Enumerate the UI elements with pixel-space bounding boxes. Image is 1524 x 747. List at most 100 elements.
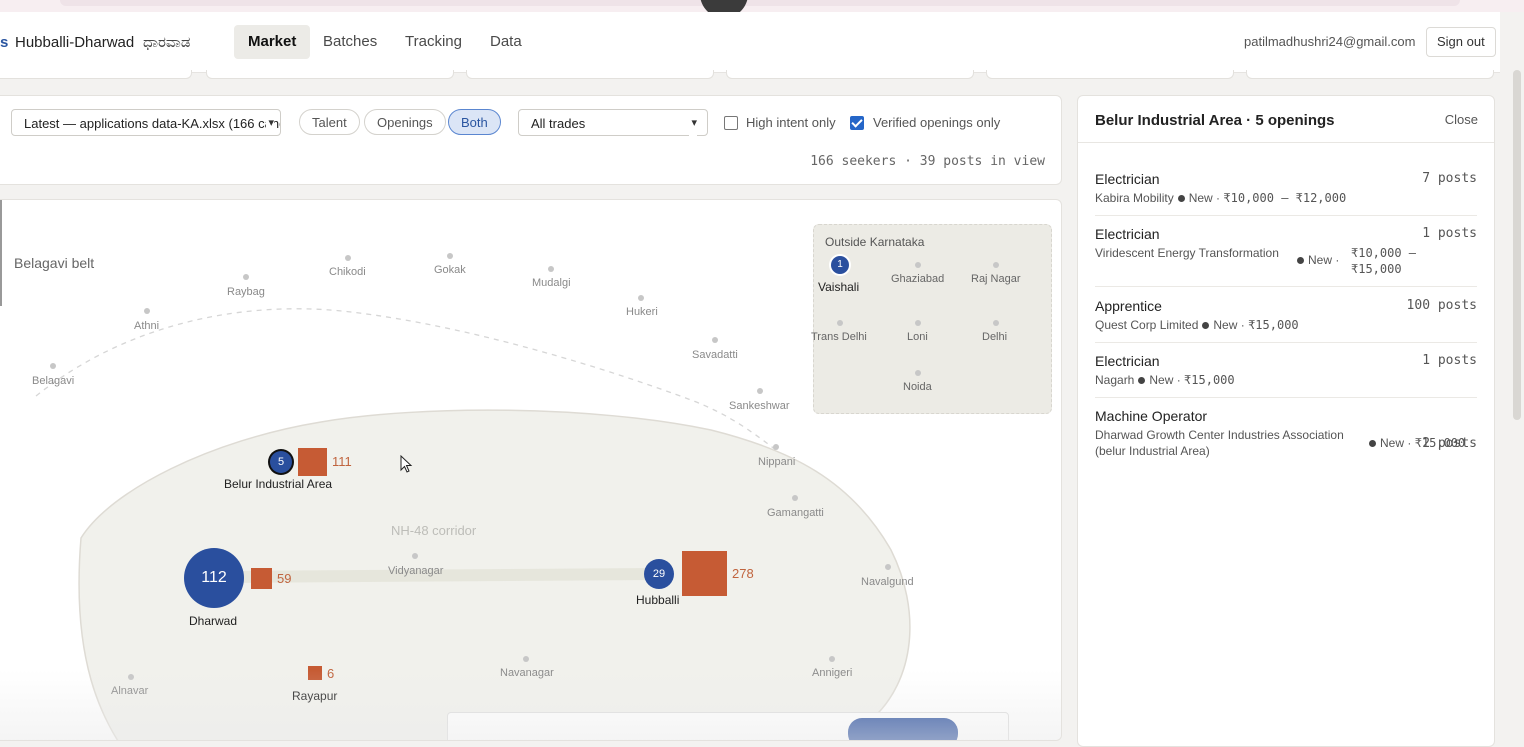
job-title: Apprentice (1095, 298, 1162, 314)
town-label: Hukeri (626, 306, 658, 318)
status-dot-icon (1369, 440, 1376, 447)
hub-seekers-bubble[interactable]: 112 (184, 548, 244, 608)
hub-posts-count: 59 (277, 571, 292, 586)
verified-openings-checkbox[interactable] (850, 116, 864, 130)
town-dot[interactable] (757, 388, 763, 394)
job-meta: Quest Corp Limited New · ₹15,000 (1095, 318, 1299, 332)
town-label: Raybag (227, 286, 265, 298)
stat-card (986, 70, 1234, 79)
hub-posts-square[interactable] (251, 568, 272, 589)
job-list-item[interactable]: Electrician 1 posts Nagarh New · ₹15,000 (1095, 353, 1477, 398)
town-dot[interactable] (412, 553, 418, 559)
place-dot[interactable] (993, 320, 999, 326)
dataset-select[interactable]: Latest — applications data-KA.xlsx (166 … (11, 109, 281, 136)
place-dot[interactable] (915, 262, 921, 268)
mode-talent-pill[interactable]: Talent (299, 109, 360, 135)
town-dot[interactable] (447, 253, 453, 259)
user-email: patilmadhushri24@gmail.com (1244, 34, 1416, 49)
hub-posts-square[interactable] (308, 666, 322, 680)
town-dot[interactable] (548, 266, 554, 272)
job-pay: ₹15,000 (1248, 318, 1299, 332)
tab-batches[interactable]: Batches (309, 25, 391, 59)
stat-card (1246, 70, 1494, 79)
job-meta: Nagarh New · ₹15,000 (1095, 373, 1235, 387)
job-company: Kabira Mobility (1095, 191, 1174, 205)
job-title: Electrician (1095, 353, 1160, 369)
page-scrollbar[interactable] (1513, 70, 1521, 420)
place-dot[interactable] (915, 370, 921, 376)
hub-posts-count: 278 (732, 566, 754, 581)
hub-posts-square[interactable] (682, 551, 727, 596)
town-dot[interactable] (829, 656, 835, 662)
place-dot[interactable] (837, 320, 843, 326)
town-dot[interactable] (885, 564, 891, 570)
town-dot[interactable] (712, 337, 718, 343)
job-list-item[interactable]: Apprentice 100 posts Quest Corp Limited N… (1095, 298, 1477, 343)
town-dot[interactable] (345, 255, 351, 261)
close-button[interactable]: Close (1445, 112, 1478, 127)
town-label: Vidyanagar (388, 565, 444, 577)
job-status: New (1188, 191, 1213, 205)
place-dot[interactable] (993, 262, 999, 268)
place-label: Loni (907, 331, 928, 343)
job-pay: ₹15,000 (1414, 436, 1466, 450)
top-bar (60, 0, 1460, 6)
market-map[interactable]: Belagavi belt NH-48 corridor Chikodi Gok… (0, 199, 1062, 741)
job-meta: Kabira Mobility New · ₹10,000 – ₹12,000 (1095, 191, 1347, 205)
dataset-select-value: Latest — applications data-KA.xlsx (166 … (24, 116, 280, 131)
job-company: Nagarh (1095, 373, 1135, 387)
place-dot[interactable] (915, 320, 921, 326)
hub-posts-square[interactable] (298, 448, 327, 476)
job-status-line: New · (1293, 253, 1339, 267)
divider (1078, 142, 1494, 143)
town-dot[interactable] (523, 656, 529, 662)
job-list-item[interactable]: Machine Operator 2 posts Dharwad Growth … (1095, 408, 1477, 464)
town-label: Navalgund (861, 576, 914, 588)
tab-data[interactable]: Data (476, 25, 536, 59)
town-dot[interactable] (128, 674, 134, 680)
verified-openings-label[interactable]: Verified openings only (873, 115, 1000, 130)
trades-select-value: All trades (531, 116, 586, 131)
stat-card (726, 70, 974, 79)
outside-karnataka-title: Outside Karnataka (825, 235, 925, 249)
high-intent-label[interactable]: High intent only (746, 115, 836, 130)
job-title: Machine Operator (1095, 408, 1208, 424)
hub-seekers-bubble[interactable]: 29 (644, 559, 674, 589)
stat-card (206, 70, 454, 79)
mode-openings-pill[interactable]: Openings (364, 109, 446, 135)
town-label: Gamangatti (767, 507, 824, 519)
tab-tracking[interactable]: Tracking (391, 25, 476, 59)
town-dot[interactable] (773, 444, 779, 450)
brand-prefix: s (0, 34, 9, 51)
place-seekers-bubble[interactable]: 1 (831, 256, 849, 274)
region-label-belagavi: Belagavi belt (14, 255, 95, 271)
town-dot[interactable] (144, 308, 150, 314)
job-list-item[interactable]: Electrician 1 posts Viridescent Energy T… (1095, 226, 1477, 287)
mode-both-pill[interactable]: Both (448, 109, 501, 135)
brand-title[interactable]: Hubballi-Dharwad (15, 34, 134, 51)
map-action-button[interactable] (848, 718, 958, 740)
corridor-label: NH-48 corridor (391, 523, 477, 538)
job-status: New (1308, 253, 1333, 267)
town-dot[interactable] (50, 363, 56, 369)
tab-market[interactable]: Market (234, 25, 311, 59)
job-posts: 7 posts (1422, 171, 1477, 186)
job-list-item[interactable]: Electrician 7 posts Kabira Mobility New ·… (1095, 171, 1477, 216)
town-label: Mudalgi (532, 277, 571, 289)
brand-kannada: ಧಾರವಾಡ (143, 34, 191, 51)
job-company: Viridescent Energy Transformation (1095, 246, 1279, 260)
town-label: Chikodi (329, 266, 366, 278)
town-dot[interactable] (792, 495, 798, 501)
town-dot[interactable] (243, 274, 249, 280)
hub-seekers-bubble[interactable]: 5 (270, 451, 292, 473)
trades-select[interactable]: All trades ▾ (518, 109, 708, 137)
hub-label: Dharwad (189, 614, 238, 628)
sign-out-button[interactable]: Sign out (1426, 27, 1496, 57)
town-dot[interactable] (638, 295, 644, 301)
job-company: Dharwad Growth Center Industries Associa… (1095, 428, 1344, 458)
job-pay: ₹15,000 (1184, 373, 1235, 387)
high-intent-checkbox[interactable] (724, 116, 738, 130)
stat-cards-strip (0, 70, 1500, 80)
stat-card (466, 70, 714, 79)
app-header: s Hubballi-Dharwad ಧಾರವಾಡ Market Batches… (0, 12, 1500, 73)
